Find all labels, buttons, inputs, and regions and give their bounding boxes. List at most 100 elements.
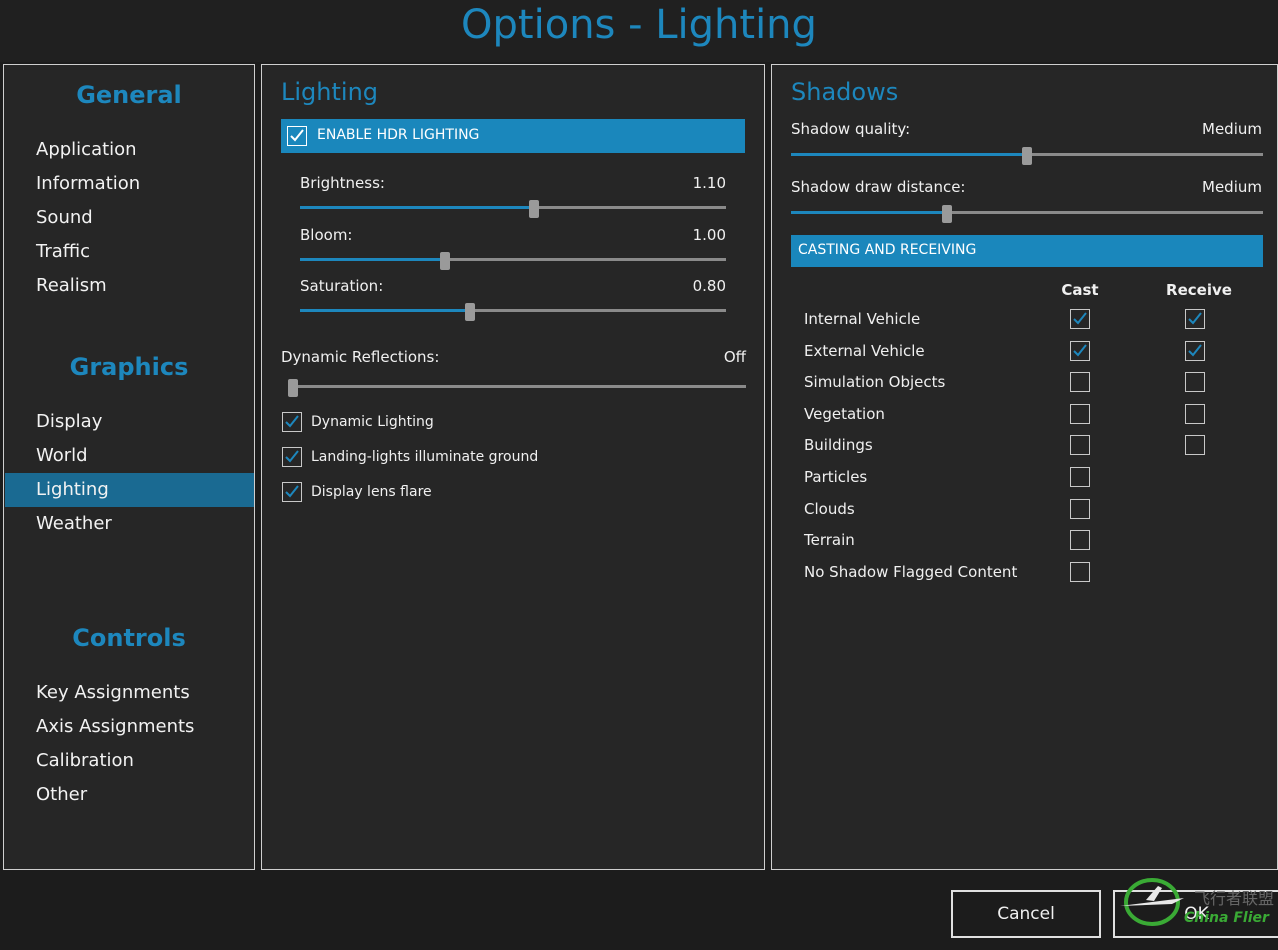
check-icon	[1188, 343, 1202, 357]
bloom-slider[interactable]	[300, 252, 726, 270]
slider-thumb[interactable]	[941, 205, 952, 223]
slider-fill	[791, 211, 947, 214]
slider-thumb[interactable]	[465, 303, 476, 321]
nav-item-weather[interactable]: Weather	[5, 507, 254, 541]
casting-header: CASTING AND RECEIVING	[791, 235, 1263, 267]
receive-checkbox[interactable]	[1185, 435, 1205, 456]
nav-item-lighting[interactable]: Lighting	[5, 473, 254, 507]
slider-thumb[interactable]	[439, 252, 450, 270]
shadow-distance-slider[interactable]	[791, 205, 1263, 223]
cast-checkbox[interactable]	[1070, 435, 1090, 456]
saturation-value: 0.80	[692, 277, 726, 295]
slider-track	[288, 385, 746, 388]
bloom-value: 1.00	[692, 226, 726, 244]
nav-heading-general: General	[76, 81, 182, 109]
dynamic-lighting-checkbox[interactable]	[282, 412, 302, 432]
slider-fill	[300, 206, 535, 209]
check-icon	[290, 129, 304, 142]
slider-fill	[300, 309, 471, 312]
nav-heading-graphics: Graphics	[69, 353, 189, 381]
lighting-panel: Lighting ENABLE HDR LIGHTING Brightness:…	[261, 64, 765, 870]
casting-row-label: Buildings	[804, 436, 873, 455]
check-icon	[285, 485, 299, 498]
slider-fill	[791, 153, 1027, 156]
nav-item-information[interactable]: Information	[5, 167, 254, 201]
casting-row-label: Internal Vehicle	[804, 310, 921, 328]
nav-item-key-assignments[interactable]: Key Assignments	[5, 676, 254, 710]
nav-item-traffic[interactable]: Traffic	[5, 235, 254, 269]
check-icon	[1073, 312, 1087, 325]
casting-row-label: No Shadow Flagged Content	[804, 562, 1018, 581]
nav-item-calibration[interactable]: Calibration	[5, 744, 254, 778]
watermark-text: 飞行者联盟	[1194, 889, 1274, 908]
cast-checkbox[interactable]	[1070, 340, 1090, 361]
slider-thumb[interactable]	[529, 200, 540, 218]
nav-item-realism[interactable]: Realism	[5, 269, 254, 303]
watermark-logo: 飞行者联盟 China Flier	[1112, 870, 1278, 946]
nav-item-other[interactable]: Other	[5, 778, 254, 812]
watermark-subtext: China Flier	[1184, 910, 1270, 926]
nav-heading-controls: Controls	[72, 624, 186, 652]
receive-checkbox[interactable]	[1185, 340, 1205, 361]
cast-checkbox[interactable]	[1070, 403, 1090, 424]
lens-flare-label: Display lens flare	[311, 484, 432, 500]
slider-fill	[300, 258, 445, 261]
nav-item-application[interactable]: Application	[5, 133, 254, 167]
check-icon	[1188, 312, 1202, 325]
reflections-value: Off	[723, 348, 746, 366]
brightness-value: 1.10	[692, 174, 726, 192]
hdr-toggle-row[interactable]: ENABLE HDR LIGHTING	[281, 119, 745, 153]
nav-item-sound[interactable]: Sound	[5, 201, 254, 235]
window-title: Options - Lighting	[461, 2, 817, 48]
casting-title: CASTING AND RECEIVING	[798, 242, 977, 258]
slider-thumb[interactable]	[1022, 147, 1032, 165]
casting-row-label: Terrain	[804, 531, 855, 550]
casting-row-label: External Vehicle	[804, 341, 925, 360]
cast-checkbox[interactable]	[1070, 498, 1090, 519]
cast-checkbox[interactable]	[1070, 467, 1090, 487]
dynamic-lighting-label: Dynamic Lighting	[311, 414, 434, 430]
landing-lights-checkbox[interactable]	[282, 447, 302, 467]
cast-checkbox[interactable]	[1070, 309, 1090, 329]
casting-row-label: Particles	[804, 468, 868, 486]
shadow-quality-slider[interactable]	[791, 147, 1263, 165]
nav-panel: General Application Information Sound Tr…	[3, 64, 255, 870]
shadow-quality-label: Shadow quality:	[791, 120, 911, 138]
reflections-slider[interactable]	[288, 379, 746, 397]
check-icon	[285, 415, 299, 428]
hdr-checkbox[interactable]	[287, 126, 307, 146]
shadow-quality-value: Medium	[1202, 120, 1262, 138]
casting-row-label: Clouds	[804, 499, 855, 518]
brightness-slider[interactable]	[300, 200, 726, 218]
lighting-title: Lighting	[281, 78, 379, 106]
nav-item-axis-assignments[interactable]: Axis Assignments	[5, 710, 254, 744]
cancel-button[interactable]: Cancel	[951, 890, 1101, 938]
receive-checkbox[interactable]	[1185, 403, 1205, 424]
check-icon	[1073, 343, 1087, 357]
check-icon	[285, 450, 299, 463]
lens-flare-checkbox[interactable]	[282, 482, 302, 502]
cast-checkbox[interactable]	[1070, 530, 1090, 551]
saturation-slider[interactable]	[300, 303, 726, 321]
nav-item-display[interactable]: Display	[5, 405, 254, 439]
shadow-distance-value: Medium	[1202, 178, 1262, 196]
casting-row-label: Simulation Objects	[804, 373, 946, 392]
slider-thumb[interactable]	[288, 379, 298, 397]
cast-checkbox[interactable]	[1070, 372, 1090, 393]
saturation-label: Saturation:	[300, 277, 384, 295]
reflections-label: Dynamic Reflections:	[281, 348, 440, 366]
casting-row-label: Vegetation	[804, 404, 885, 423]
cast-column-header: Cast	[1061, 281, 1099, 299]
nav-item-world[interactable]: World	[5, 439, 254, 473]
shadows-title: Shadows	[791, 78, 899, 106]
receive-checkbox[interactable]	[1185, 309, 1205, 329]
brightness-label: Brightness:	[300, 174, 385, 192]
receive-checkbox[interactable]	[1185, 372, 1205, 393]
landing-lights-label: Landing-lights illuminate ground	[311, 449, 539, 465]
cast-checkbox[interactable]	[1070, 561, 1090, 582]
plane-logo-icon: 飞行者联盟 China Flier	[1120, 878, 1274, 926]
receive-column-header: Receive	[1166, 281, 1232, 299]
hdr-label: ENABLE HDR LIGHTING	[317, 127, 480, 143]
title-bar: Options - Lighting	[0, 0, 1278, 62]
bloom-label: Bloom:	[300, 226, 353, 244]
